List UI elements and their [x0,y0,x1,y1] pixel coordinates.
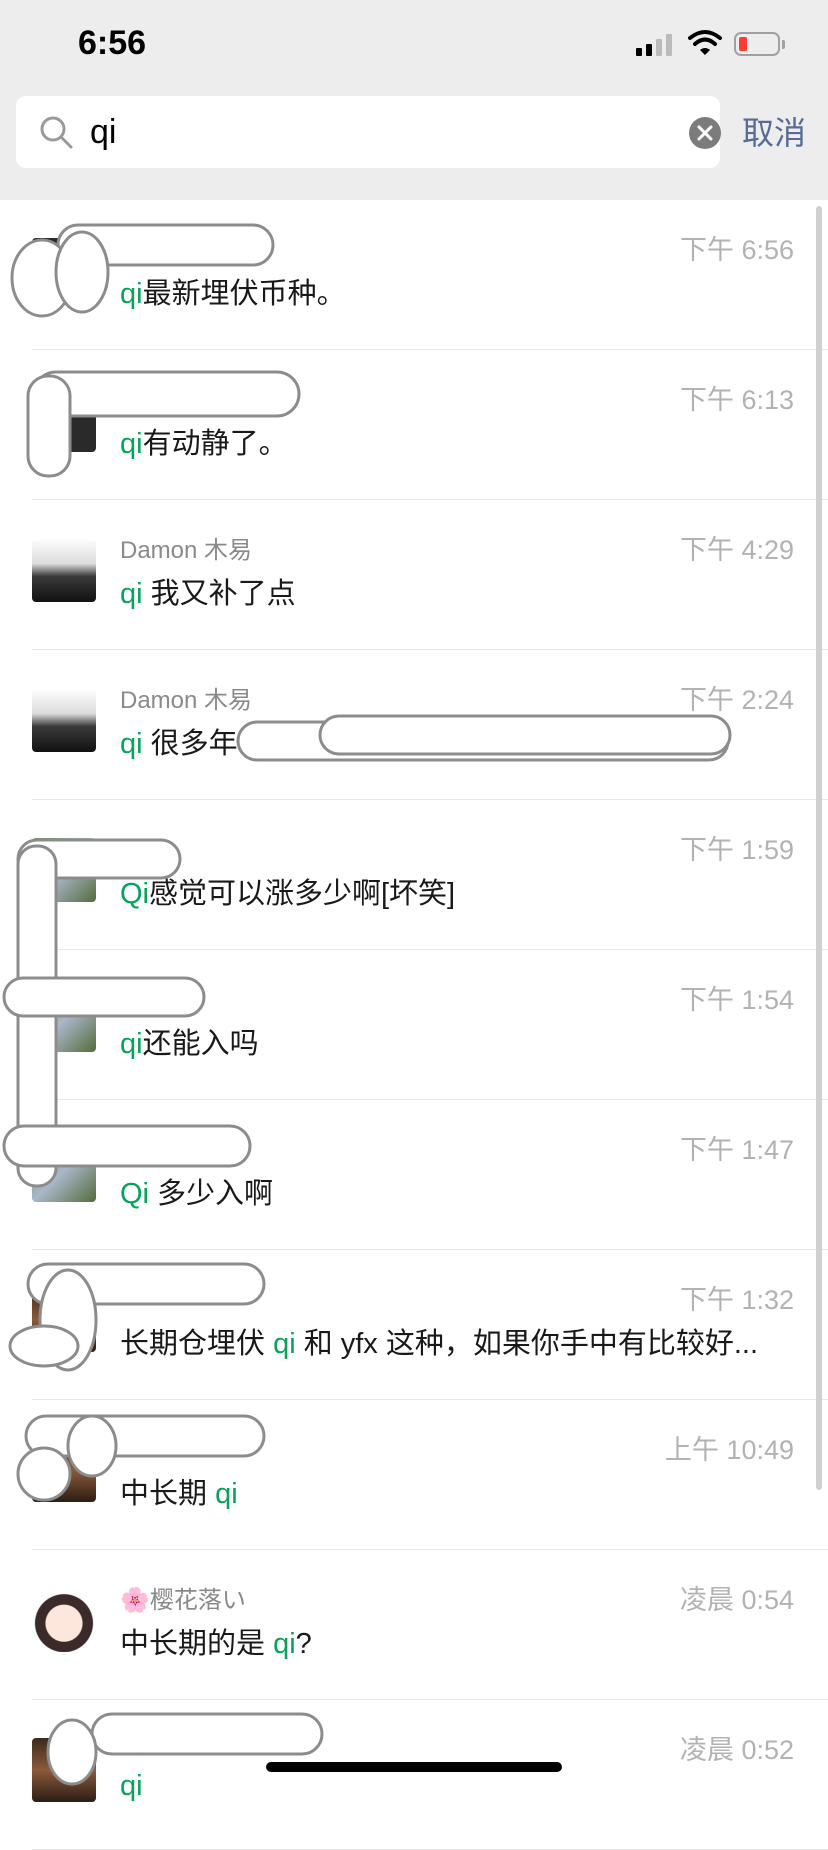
status-time: 6:56 [78,24,147,62]
keyword-highlight: qi [215,1478,238,1510]
keyword-highlight: Qi [120,878,149,910]
keyword-highlight: qi [273,1328,296,1360]
message-snippet: qi 很多年 [120,720,790,762]
keyword-highlight: qi [120,1028,143,1060]
message-snippet: 中长期的是 qi? [120,1620,790,1662]
wifi-icon [688,30,722,55]
cancel-button[interactable]: 取消 [742,108,806,154]
avatar [32,538,96,602]
battery-icon [734,32,780,56]
snippet-prefix: 中长期 [120,1478,216,1510]
search-input[interactable] [90,106,670,158]
clear-search-button[interactable] [689,117,721,149]
message-snippet: 长期仓埋伏 qi 和 yfx 这种，如果你手中有比较好... [120,1320,790,1362]
message-time: 下午 1:54 [679,985,794,1015]
keyword-highlight: qi [120,728,143,760]
search-result-row[interactable]: 下午 6:13 qi有动静了。 [0,350,828,500]
snippet-suffix: 和 yfx 这种，如果你手中有比较好... [295,1328,759,1360]
message-snippet: Qi感觉可以涨多少啊[坏笑] [120,870,790,912]
message-time: 下午 1:59 [679,835,794,865]
search-result-row[interactable]: 下午 1:59 Qi感觉可以涨多少啊[坏笑] [0,800,828,950]
snippet-suffix: 感觉可以涨多少啊[坏笑] [149,878,456,910]
message-time: 下午 6:13 [679,385,794,415]
avatar [32,1738,96,1802]
keyword-highlight: qi [120,1770,143,1802]
avatar [32,1588,96,1652]
snippet-suffix: 很多年 [142,728,238,760]
avatar [32,388,96,452]
sender-name: Damon 木易 [120,537,253,564]
sender-name: 🌸樱花落い [120,1587,246,1614]
message-time: 下午 1:32 [679,1285,794,1315]
message-time: 下午 6:56 [679,235,794,265]
keyword-highlight: qi [273,1628,296,1660]
snippet-suffix: ? [295,1628,312,1660]
message-snippet: Qi 多少入啊 [120,1170,790,1212]
avatar [32,1438,96,1502]
avatar [32,1288,96,1352]
snippet-suffix: 还能入吗 [142,1028,259,1060]
snippet-suffix: 多少入啊 [149,1178,274,1210]
search-result-row[interactable]: Damon 木易 下午 2:24 qi 很多年 [0,650,828,800]
message-time: 下午 1:47 [679,1135,794,1165]
search-header: 6:56 取消 [0,0,828,200]
message-time: 下午 2:24 [679,685,794,715]
avatar [32,988,96,1052]
message-time: 凌晨 0:52 [679,1735,794,1765]
search-result-row[interactable]: 下午 1:47 Qi 多少入啊 [0,1100,828,1250]
search-result-row[interactable]: 凌晨 0:52 qi [0,1700,828,1850]
battery-cap [782,40,785,49]
message-time: 下午 4:29 [679,535,794,565]
search-result-row[interactable]: 🌸樱花落い 凌晨 0:54 中长期的是 qi? [0,1550,828,1700]
keyword-highlight: Qi [120,1178,149,1210]
search-result-row[interactable]: 上午 10:49 中长期 qi [0,1400,828,1550]
message-time: 上午 10:49 [664,1435,794,1465]
message-snippet: qi 我又补了点 [120,570,790,612]
avatar [32,838,96,902]
search-result-row[interactable]: 下午 1:32 长期仓埋伏 qi 和 yfx 这种，如果你手中有比较好... [0,1250,828,1400]
sender-name: Damon 木易 [120,687,253,714]
snippet-suffix: 有动静了。 [142,428,288,460]
snippet-suffix: 最新埋伏币种。 [142,278,346,310]
message-snippet: qi还能入吗 [120,1020,790,1062]
search-result-row[interactable]: 下午 1:54 qi还能入吗 [0,950,828,1100]
search-bar[interactable] [16,96,721,168]
keyword-highlight: qi [120,428,143,460]
search-results-list: 下午 6:56 qi最新埋伏币种。 下午 6:13 qi有动静了。 Damon 木易 下午… [0,200,828,1850]
snippet-prefix: 长期仓埋伏 [120,1328,274,1360]
search-result-row[interactable]: 下午 6:56 qi最新埋伏币种。 [0,200,828,350]
cellular-signal-icon [636,34,672,56]
search-result-row[interactable]: Damon 木易 下午 4:29 qi 我又补了点 [0,500,828,650]
search-icon [40,116,73,149]
keyword-highlight: qi [120,578,143,610]
avatar [32,1138,96,1202]
message-snippet: qi最新埋伏币种。 [120,270,790,312]
message-snippet: qi有动静了。 [120,420,790,462]
keyword-highlight: qi [120,278,143,310]
message-time: 凌晨 0:54 [679,1585,794,1615]
avatar [32,238,96,302]
home-indicator[interactable] [266,1762,562,1772]
close-icon [697,125,713,141]
message-snippet: 中长期 qi [120,1470,790,1512]
snippet-suffix: 我又补了点 [142,578,296,610]
snippet-prefix: 中长期的是 [120,1628,274,1660]
scrollbar[interactable] [816,206,822,1490]
message-snippet: qi [120,1770,790,1803]
avatar [32,688,96,752]
